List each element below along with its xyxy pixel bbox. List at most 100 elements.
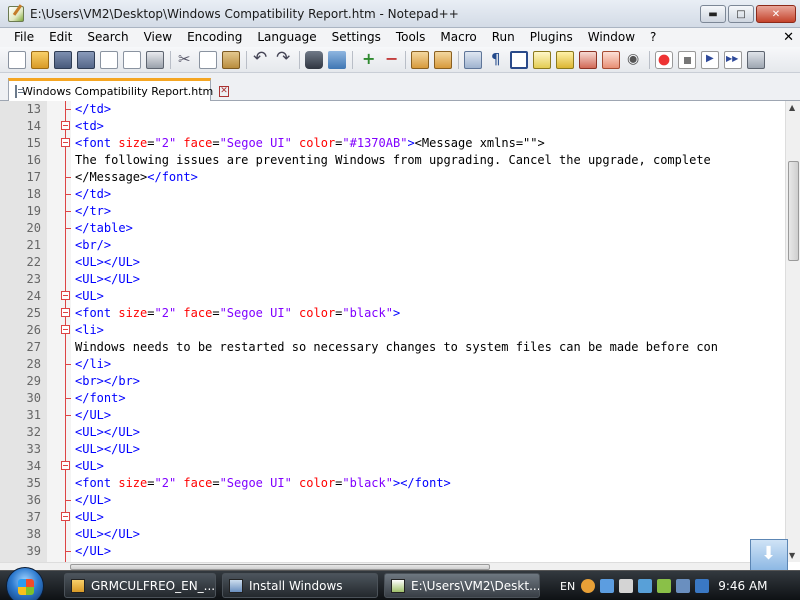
sync-horizontal-icon[interactable] [434, 50, 452, 69]
code-line[interactable]: 23 <UL></UL> [0, 271, 785, 288]
new-file-icon[interactable] [8, 50, 26, 69]
open-file-icon[interactable] [31, 50, 49, 69]
security-icon[interactable] [619, 579, 634, 593]
code-line[interactable]: 15 <font size="2" face="Segoe UI" color="… [0, 135, 785, 152]
code-line[interactable]: 29 <br></br> [0, 373, 785, 390]
fold-toggle-icon[interactable] [61, 461, 70, 470]
fold-toggle-icon[interactable] [61, 308, 70, 317]
volume-muted-icon[interactable] [695, 579, 710, 593]
play-macro-icon[interactable] [701, 50, 719, 69]
code-line[interactable]: 21 <br/> [0, 237, 785, 254]
code-line[interactable]: 14 <td> [0, 118, 785, 135]
scroll-down-arrow-icon[interactable]: ▼ [789, 551, 795, 560]
menu-view[interactable]: View [136, 28, 179, 47]
indent-guide-icon[interactable] [510, 50, 528, 69]
maximize-button[interactable]: □ [728, 5, 754, 23]
editor-area[interactable]: 13 </td> 14 <td> 15 <font size="2" face="Sego… [0, 101, 800, 562]
code-line[interactable]: 24 <UL> [0, 288, 785, 305]
copy-icon[interactable] [199, 50, 217, 69]
close-button[interactable]: ✕ [756, 5, 796, 23]
code-line[interactable]: 30 </font> [0, 390, 785, 407]
code-lines[interactable]: 13 </td> 14 <td> 15 <font size="2" face="Sego… [0, 101, 785, 560]
menu-run[interactable]: Run [484, 28, 522, 47]
code-line[interactable]: 31 </UL> [0, 407, 785, 424]
menu-search[interactable]: Search [79, 28, 135, 47]
monitoring-eye-icon[interactable] [625, 51, 643, 69]
menu-tools[interactable]: Tools [388, 28, 433, 47]
fold-toggle-icon[interactable] [61, 121, 70, 130]
code-line[interactable]: 27 Windows needs to be restarted so neces… [0, 339, 785, 356]
save-macro-icon[interactable] [747, 50, 765, 69]
code-line[interactable]: 25 <font size="2" face="Segoe UI" color="… [0, 305, 785, 322]
code-line[interactable]: 32 <UL></UL> [0, 424, 785, 441]
code-line[interactable]: 13 </td> [0, 101, 785, 118]
connection-icon[interactable] [676, 579, 691, 593]
sync-vertical-icon[interactable] [411, 50, 429, 69]
fold-toggle-icon[interactable] [61, 512, 70, 521]
close-file-icon[interactable] [100, 50, 118, 69]
menu-settings[interactable]: Settings [324, 28, 388, 47]
scroll-up-arrow-icon[interactable]: ▲ [789, 103, 795, 112]
play-macro-multiple-icon[interactable] [724, 50, 742, 69]
replace-icon[interactable] [328, 50, 346, 69]
clock[interactable]: 9:46 AM [718, 579, 767, 593]
code-line[interactable]: 26 <li> [0, 322, 785, 339]
code-line[interactable]: 39 </UL> [0, 543, 785, 560]
stop-macro-icon[interactable] [678, 50, 696, 69]
zoom-out-icon[interactable] [381, 49, 399, 69]
show-all-chars-icon[interactable] [487, 50, 505, 69]
tab-close-icon[interactable]: ✕ [219, 85, 229, 97]
menu-file[interactable]: File [6, 28, 41, 47]
vertical-scrollbar[interactable]: ▲ ▼ [785, 101, 800, 562]
taskbar-item-notepadpp[interactable]: E:\Users\VM2\Deskt... [384, 573, 540, 598]
code-line[interactable]: 33 <UL></UL> [0, 441, 785, 458]
display-icon[interactable] [638, 579, 653, 593]
function-list-icon[interactable] [579, 50, 597, 69]
minimize-button[interactable]: ▬ [700, 5, 726, 23]
close-document-icon[interactable]: ✕ [783, 28, 794, 47]
code-line[interactable]: 19 </tr> [0, 203, 785, 220]
update-icon[interactable] [657, 579, 672, 593]
menu-macro[interactable]: Macro [432, 28, 483, 47]
code-line[interactable]: 18 </td> [0, 186, 785, 203]
fold-toggle-icon[interactable] [61, 325, 70, 334]
code-line[interactable]: 20 </table> [0, 220, 785, 237]
menu-encoding[interactable]: Encoding [179, 28, 249, 47]
code-line[interactable]: 37 <UL> [0, 509, 785, 526]
code-line[interactable]: 36 </UL> [0, 492, 785, 509]
taskbar-item-folder[interactable]: GRMCULFREO_EN_... [64, 573, 216, 598]
input-language-indicator[interactable]: EN [560, 580, 575, 593]
code-line[interactable]: 34 <UL> [0, 458, 785, 475]
horizontal-scrollbar[interactable] [0, 562, 785, 570]
vertical-scroll-thumb[interactable] [788, 161, 799, 261]
menu-edit[interactable]: Edit [41, 28, 79, 47]
print-icon[interactable] [146, 50, 164, 69]
word-wrap-icon[interactable] [464, 50, 482, 69]
save-icon[interactable] [54, 50, 72, 69]
redo-icon[interactable] [275, 48, 293, 69]
record-macro-icon[interactable] [655, 50, 673, 69]
notepadpp-app-icon[interactable] [8, 5, 24, 22]
search-icon[interactable] [581, 579, 596, 593]
menu-language[interactable]: Language [249, 28, 323, 47]
doc-map-icon[interactable] [556, 50, 574, 69]
menu-help[interactable]: ? [642, 28, 663, 47]
taskbar-item-install-windows[interactable]: Install Windows [222, 573, 378, 598]
close-all-icon[interactable] [123, 50, 141, 69]
cut-icon[interactable] [176, 50, 194, 69]
network-icon[interactable] [600, 579, 615, 593]
undo-icon[interactable] [252, 48, 270, 69]
zoom-in-icon[interactable] [358, 49, 376, 69]
paste-icon[interactable] [222, 50, 240, 69]
find-icon[interactable] [305, 50, 323, 69]
save-all-icon[interactable] [77, 50, 95, 69]
start-button[interactable] [6, 567, 44, 600]
menu-plugins[interactable]: Plugins [522, 28, 580, 47]
code-line[interactable]: 28 </li> [0, 356, 785, 373]
user-lang-icon[interactable] [533, 50, 551, 69]
code-line[interactable]: 35 <font size="2" face="Segoe UI" color="… [0, 475, 785, 492]
document-tab[interactable]: Windows Compatibility Report.htm ✕ [8, 78, 229, 101]
download-tile-icon[interactable] [750, 539, 788, 571]
fold-toggle-icon[interactable] [61, 138, 70, 147]
menu-window[interactable]: Window [580, 28, 642, 47]
